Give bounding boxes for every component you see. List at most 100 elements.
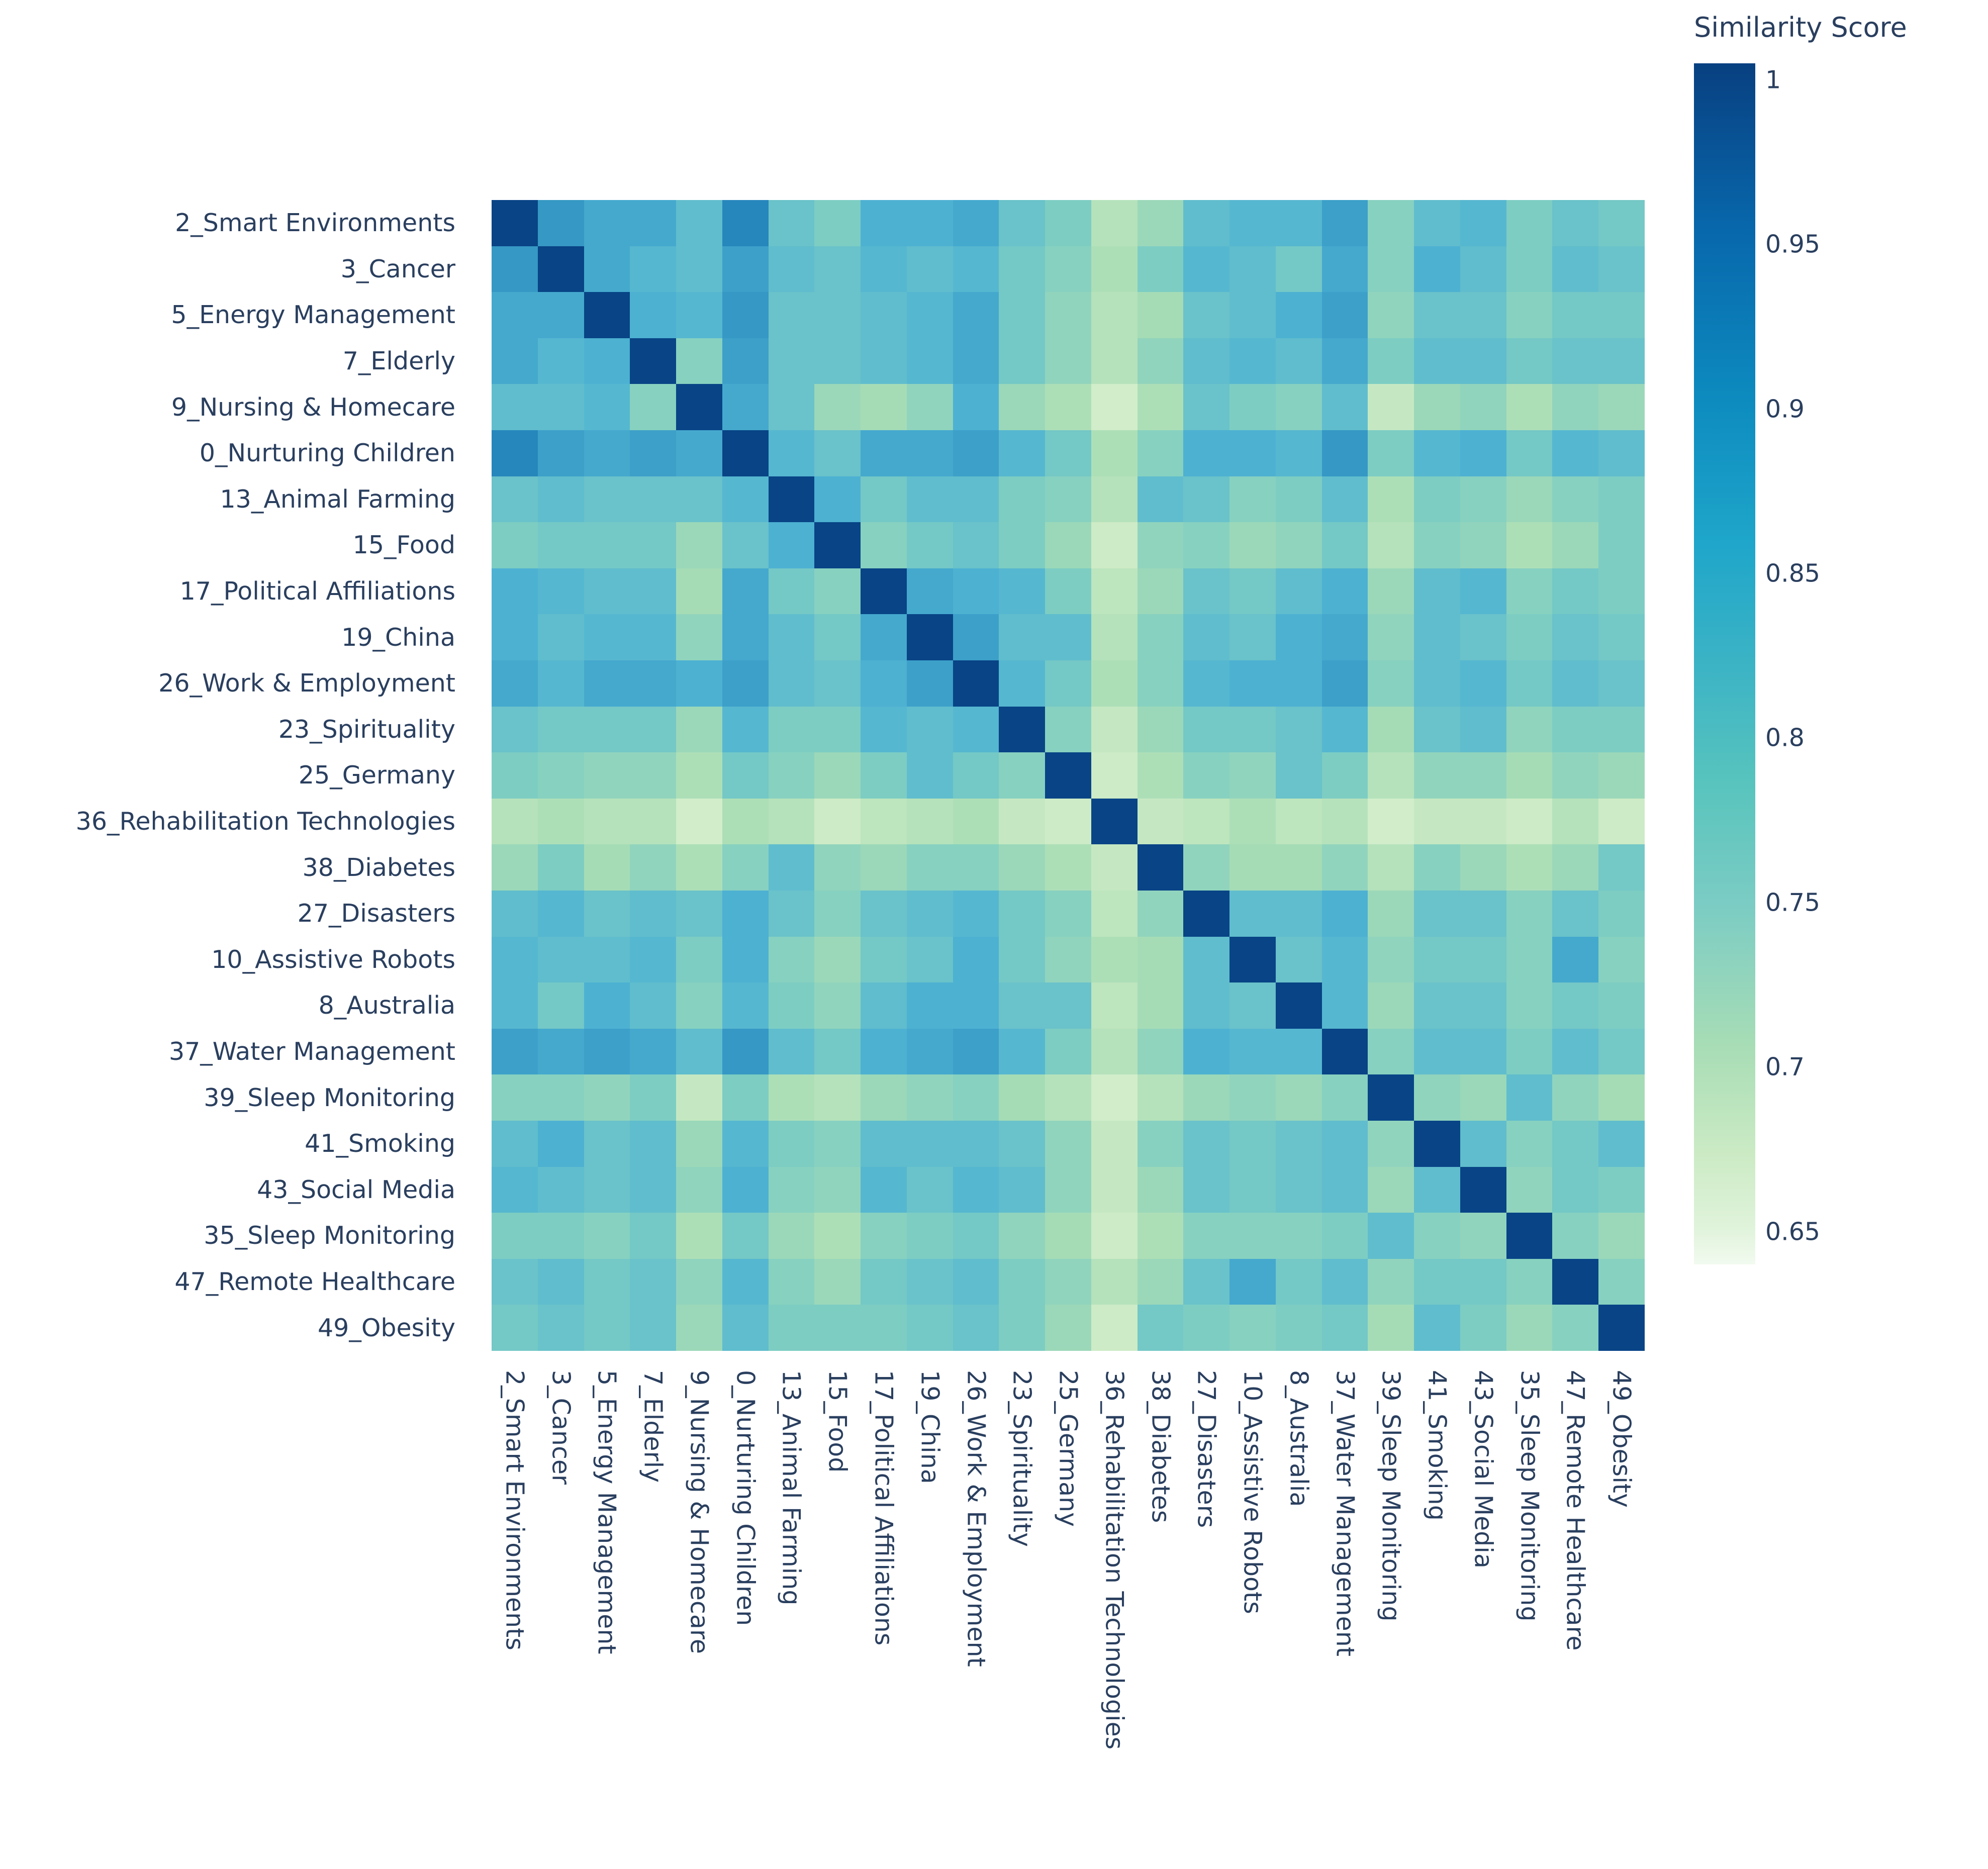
colorbar-tick: 1: [1765, 65, 1781, 94]
heatmap-cell: [1460, 292, 1506, 338]
heatmap-cell: [814, 338, 861, 384]
heatmap-cell: [953, 1258, 999, 1305]
heatmap-cell: [722, 476, 769, 523]
heatmap-cell: [1460, 798, 1506, 845]
heatmap-cell: [492, 338, 538, 384]
heatmap-cell: [861, 936, 907, 983]
heatmap-cell: [1183, 890, 1230, 937]
heatmap-cell: [1045, 476, 1091, 523]
heatmap-cell: [768, 798, 815, 845]
heatmap-cell: [1368, 338, 1414, 384]
x-axis-label-text: 23_Spirituality: [1007, 1370, 1036, 1547]
x-axis-label: 13_Animal Farming: [769, 1351, 815, 1833]
heatmap-cell: [1045, 1074, 1091, 1121]
heatmap-cell: [1137, 1074, 1184, 1121]
heatmap-cell: [492, 292, 538, 338]
heatmap-cell: [906, 614, 953, 660]
x-axis-label-text: 27_Disasters: [1192, 1370, 1221, 1528]
heatmap-cell: [814, 752, 861, 799]
heatmap-cell: [1045, 1305, 1091, 1351]
heatmap-cell: [814, 936, 861, 983]
heatmap-cell: [1460, 614, 1506, 660]
heatmap-cell: [1045, 522, 1091, 568]
heatmap-cell: [906, 890, 953, 937]
x-axis-label: 10_Assistive Robots: [1229, 1351, 1276, 1833]
heatmap-cell: [1552, 384, 1599, 430]
heatmap-cell: [1183, 430, 1230, 476]
heatmap-cell: [768, 936, 815, 983]
heatmap-cell: [768, 660, 815, 707]
heatmap-cell: [906, 1120, 953, 1167]
heatmap-cell: [999, 1166, 1046, 1213]
x-axis-label-text: 41_Smoking: [1423, 1370, 1452, 1521]
heatmap-cell: [1321, 614, 1368, 660]
x-axis-label: 8_Australia: [1276, 1351, 1322, 1833]
heatmap-cell: [1506, 890, 1553, 937]
heatmap-cell: [906, 706, 953, 753]
heatmap-cell: [1414, 706, 1460, 753]
colorbar-tick: 0.7: [1765, 1052, 1805, 1081]
heatmap-cell: [584, 200, 630, 246]
x-axis-label: 17_Political Affiliations: [861, 1351, 907, 1833]
y-axis-label: 43_Social Media: [257, 1175, 455, 1204]
heatmap-cell: [1598, 292, 1645, 338]
heatmap-cell: [722, 1120, 769, 1167]
heatmap-cell: [1460, 982, 1506, 1029]
heatmap-cell: [814, 476, 861, 523]
heatmap-cell: [1045, 246, 1091, 292]
heatmap-cell: [630, 246, 677, 292]
heatmap-cell: [722, 752, 769, 799]
heatmap-cell: [1368, 1213, 1414, 1259]
heatmap-cell: [953, 338, 999, 384]
heatmap-cell: [1598, 614, 1645, 660]
x-axis-label-text: 25_Germany: [1054, 1370, 1083, 1527]
colorbar-tick: 0.75: [1765, 888, 1821, 917]
heatmap-cell: [584, 1028, 630, 1075]
heatmap-cell: [1598, 890, 1645, 937]
heatmap-cell: [1229, 982, 1276, 1029]
heatmap-cell: [1506, 1213, 1553, 1259]
heatmap-cell: [584, 338, 630, 384]
heatmap-cell: [1368, 430, 1414, 476]
heatmap-cell: [861, 522, 907, 568]
heatmap-cell: [537, 844, 584, 891]
heatmap-cell: [814, 614, 861, 660]
colorbar-title: Similarity Score: [1694, 12, 1907, 43]
heatmap-cell: [1045, 1258, 1091, 1305]
heatmap-cell: [861, 752, 907, 799]
heatmap-cell: [1137, 1028, 1184, 1075]
heatmap-cell: [1183, 752, 1230, 799]
heatmap-cell: [1598, 798, 1645, 845]
heatmap-grid: [492, 200, 1645, 1351]
heatmap-cell: [768, 1305, 815, 1351]
heatmap-cell: [1506, 384, 1553, 430]
x-axis-label-text: 49_Obesity: [1607, 1370, 1636, 1508]
heatmap-cell: [1460, 246, 1506, 292]
heatmap-cell: [1414, 1074, 1460, 1121]
heatmap-cell: [1321, 1213, 1368, 1259]
heatmap-cell: [999, 384, 1046, 430]
heatmap-cell: [1091, 706, 1138, 753]
y-axis-label: 39_Sleep Monitoring: [204, 1083, 455, 1112]
heatmap-cell: [953, 476, 999, 523]
heatmap-cell: [492, 430, 538, 476]
heatmap-cell: [676, 1166, 722, 1213]
heatmap-cell: [1414, 614, 1460, 660]
heatmap-cell: [1275, 476, 1322, 523]
heatmap-cell: [1368, 982, 1414, 1029]
heatmap-cell: [999, 200, 1046, 246]
heatmap-cell: [1229, 1120, 1276, 1167]
heatmap-cell: [1183, 292, 1230, 338]
heatmap-cell: [906, 568, 953, 615]
x-axis-label-text: 17_Political Affiliations: [869, 1370, 898, 1646]
heatmap-cell: [584, 1213, 630, 1259]
heatmap-cell: [906, 430, 953, 476]
heatmap-cell: [1414, 1258, 1460, 1305]
heatmap-cell: [1552, 1028, 1599, 1075]
heatmap-cell: [1183, 982, 1230, 1029]
heatmap-cell: [1414, 522, 1460, 568]
heatmap-cell: [584, 936, 630, 983]
heatmap-cell: [722, 1258, 769, 1305]
heatmap-cell: [1137, 476, 1184, 523]
heatmap-cell: [676, 522, 722, 568]
